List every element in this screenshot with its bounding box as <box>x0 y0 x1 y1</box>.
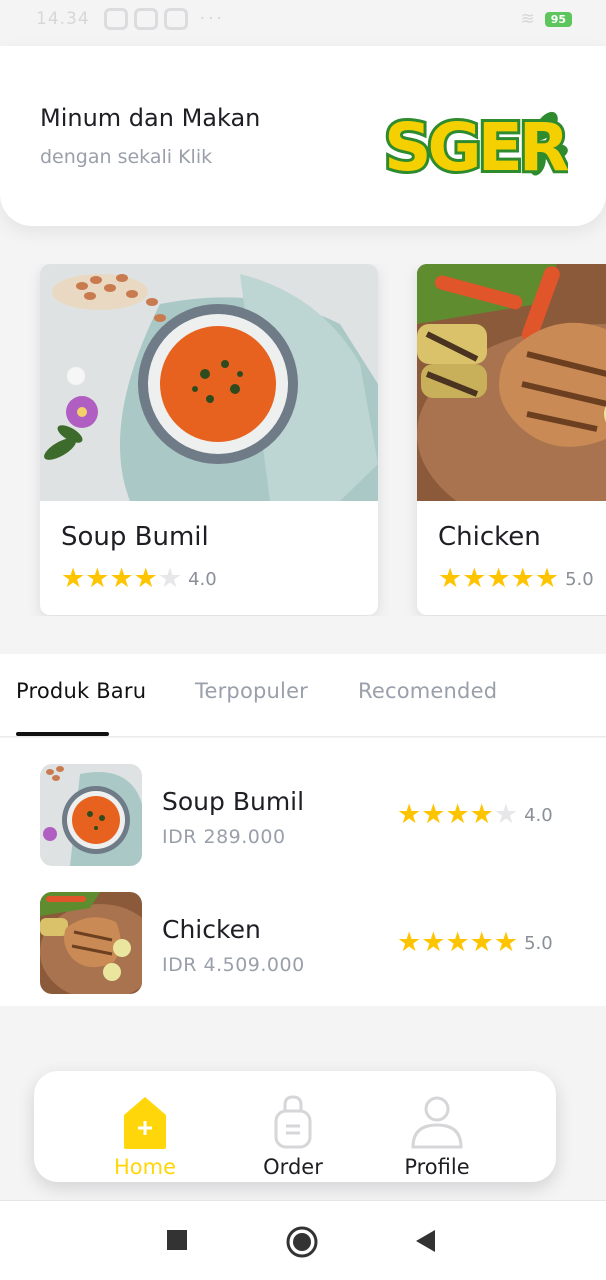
star-icon: ★ <box>421 799 446 830</box>
star-rating: ★ ★ ★ ★ ★ <box>397 928 518 958</box>
star-icon: ★ <box>109 563 134 594</box>
list-item[interactable]: Soup Bumil IDR 289.000 ★ ★ ★ ★ ★ 4.0 <box>0 764 606 868</box>
star-rating: ★ ★ ★ ★ ★ <box>61 564 182 594</box>
featured-card[interactable]: Chicken ★ ★ ★ ★ ★ 5.0 <box>417 264 606 615</box>
product-name: Chicken <box>162 915 261 944</box>
nav-order[interactable]: Order <box>233 1071 353 1182</box>
product-tabs: Produk Baru Terpopuler Recomended <box>0 654 606 737</box>
star-icon: ★ <box>445 927 470 958</box>
star-icon: ★ <box>510 563 535 594</box>
home-circle-icon[interactable] <box>286 1226 318 1258</box>
product-price: IDR 4.509.000 <box>162 954 305 976</box>
soup-photo <box>40 264 378 501</box>
recents-square-icon[interactable] <box>166 1229 188 1251</box>
status-bar: 14.34 ··· ≋ 95 <box>0 0 606 46</box>
home-plus-icon <box>124 1097 166 1149</box>
product-price: IDR 289.000 <box>162 826 286 848</box>
nav-label: Order <box>263 1155 323 1179</box>
notification-icon <box>133 8 158 30</box>
notification-icons <box>103 8 188 30</box>
nav-label: Home <box>113 1155 176 1179</box>
featured-card-rating: ★ ★ ★ ★ ★ 5.0 <box>438 564 594 594</box>
tab-produk-baru[interactable]: Produk Baru <box>16 679 146 703</box>
featured-carousel[interactable]: Soup Bumil ★ ★ ★ ★ ★ 4.0 Chicken ★ ★ ★ ★… <box>0 264 606 616</box>
back-triangle-icon[interactable] <box>414 1229 436 1253</box>
nav-label: Profile <box>404 1155 470 1179</box>
star-icon: ★ <box>469 799 494 830</box>
product-rating: ★ ★ ★ ★ ★ 4.0 <box>397 800 553 830</box>
more-notifications-icon: ··· <box>199 9 225 29</box>
nav-profile[interactable]: Profile <box>377 1071 497 1182</box>
star-icon: ★ <box>397 799 422 830</box>
header-subtitle: dengan sekali Klik <box>40 146 213 168</box>
notification-icon <box>163 8 188 30</box>
star-icon: ★ <box>534 563 560 594</box>
tab-recomended[interactable]: Recomended <box>358 679 497 703</box>
notification-icon <box>103 8 128 30</box>
active-tab-indicator <box>16 732 109 736</box>
star-icon: ★ <box>445 799 470 830</box>
wifi-icon: ≋ <box>520 9 535 29</box>
soup-thumbnail <box>40 764 142 866</box>
tab-terpopuler[interactable]: Terpopuler <box>195 679 308 703</box>
star-icon: ★ <box>438 563 463 594</box>
featured-card-rating: ★ ★ ★ ★ ★ 4.0 <box>61 564 217 594</box>
star-icon: ★ <box>85 563 110 594</box>
star-rating: ★ ★ ★ ★ ★ <box>397 800 518 830</box>
star-rating: ★ ★ ★ ★ ★ <box>438 564 559 594</box>
featured-card[interactable]: Soup Bumil ★ ★ ★ ★ ★ 4.0 <box>40 264 378 615</box>
logo-text: SGER <box>384 109 568 186</box>
star-icon: ★ <box>61 563 86 594</box>
star-icon: ★ <box>421 927 446 958</box>
product-rating: ★ ★ ★ ★ ★ 5.0 <box>397 928 553 958</box>
product-list: Soup Bumil IDR 289.000 ★ ★ ★ ★ ★ 4.0 Chi… <box>0 738 606 1006</box>
bottom-navigation: Home Order Profile <box>34 1071 556 1182</box>
header-title: Minum dan Makan <box>40 104 261 132</box>
bag-icon <box>274 1095 312 1149</box>
rating-value: 4.0 <box>188 568 217 590</box>
sger-logo: SGER <box>381 106 568 188</box>
chicken-thumbnail <box>40 892 142 994</box>
featured-card-name: Chicken <box>438 522 541 552</box>
chicken-photo <box>417 264 606 544</box>
product-name: Soup Bumil <box>162 787 305 816</box>
system-navigation-bar <box>0 1200 606 1280</box>
rating-value: 5.0 <box>524 932 553 954</box>
star-icon: ★ <box>133 563 158 594</box>
battery-icon: 95 <box>544 11 572 27</box>
featured-card-name: Soup Bumil <box>61 522 209 552</box>
app-header: Minum dan Makan dengan sekali Klik SGER <box>0 46 606 226</box>
star-empty-icon: ★ <box>157 563 183 594</box>
star-icon: ★ <box>486 563 511 594</box>
list-item[interactable]: Chicken IDR 4.509.000 ★ ★ ★ ★ ★ 5.0 <box>0 892 606 996</box>
rating-value: 4.0 <box>524 804 553 826</box>
star-icon: ★ <box>469 927 494 958</box>
star-empty-icon: ★ <box>493 799 519 830</box>
user-icon <box>411 1096 463 1149</box>
star-icon: ★ <box>493 927 519 958</box>
status-time: 14.34 <box>36 9 90 29</box>
star-icon: ★ <box>397 927 422 958</box>
star-icon: ★ <box>462 563 487 594</box>
nav-home[interactable]: Home <box>85 1071 205 1182</box>
rating-value: 5.0 <box>565 568 594 590</box>
